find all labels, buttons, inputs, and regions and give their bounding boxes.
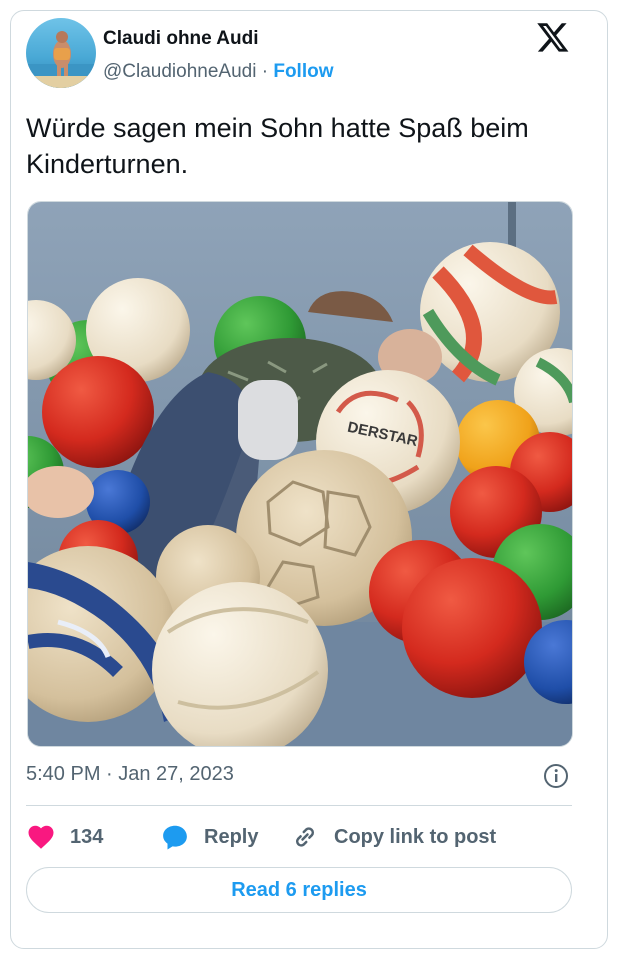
action-bar: 134 Reply Copy link to post	[26, 820, 586, 854]
copy-link-label: Copy link to post	[334, 825, 497, 848]
x-logo-icon[interactable]	[536, 20, 570, 54]
info-icon[interactable]	[543, 763, 569, 789]
like-count: 134	[70, 825, 104, 848]
author-handle-row: @ClaudiohneAudi · Follow	[103, 60, 334, 84]
like-button[interactable]: 134	[26, 820, 103, 854]
reply-label: Reply	[204, 825, 259, 848]
author-avatar[interactable]	[26, 18, 96, 88]
handle-separator: ·	[261, 61, 269, 82]
tweet-photo[interactable]: DERSTAR	[27, 201, 573, 747]
copy-link-button[interactable]: Copy link to post	[290, 820, 496, 854]
author-handle[interactable]: @ClaudiohneAudi	[103, 61, 256, 82]
heart-icon	[28, 825, 54, 849]
speech-bubble-icon	[163, 825, 187, 850]
link-icon	[296, 827, 314, 847]
author-name[interactable]: Claudi ohne Audi	[103, 27, 259, 51]
tweet-text: Würde sagen mein Sohn hatte Spaß beim Ki…	[26, 113, 529, 179]
follow-button[interactable]: Follow	[273, 61, 333, 82]
reply-button[interactable]: Reply	[160, 820, 258, 854]
read-replies-button[interactable]: Read 6 replies	[26, 867, 572, 913]
divider	[26, 805, 572, 806]
tweet-timestamp[interactable]: 5:40 PM · Jan 27, 2023	[26, 761, 234, 787]
